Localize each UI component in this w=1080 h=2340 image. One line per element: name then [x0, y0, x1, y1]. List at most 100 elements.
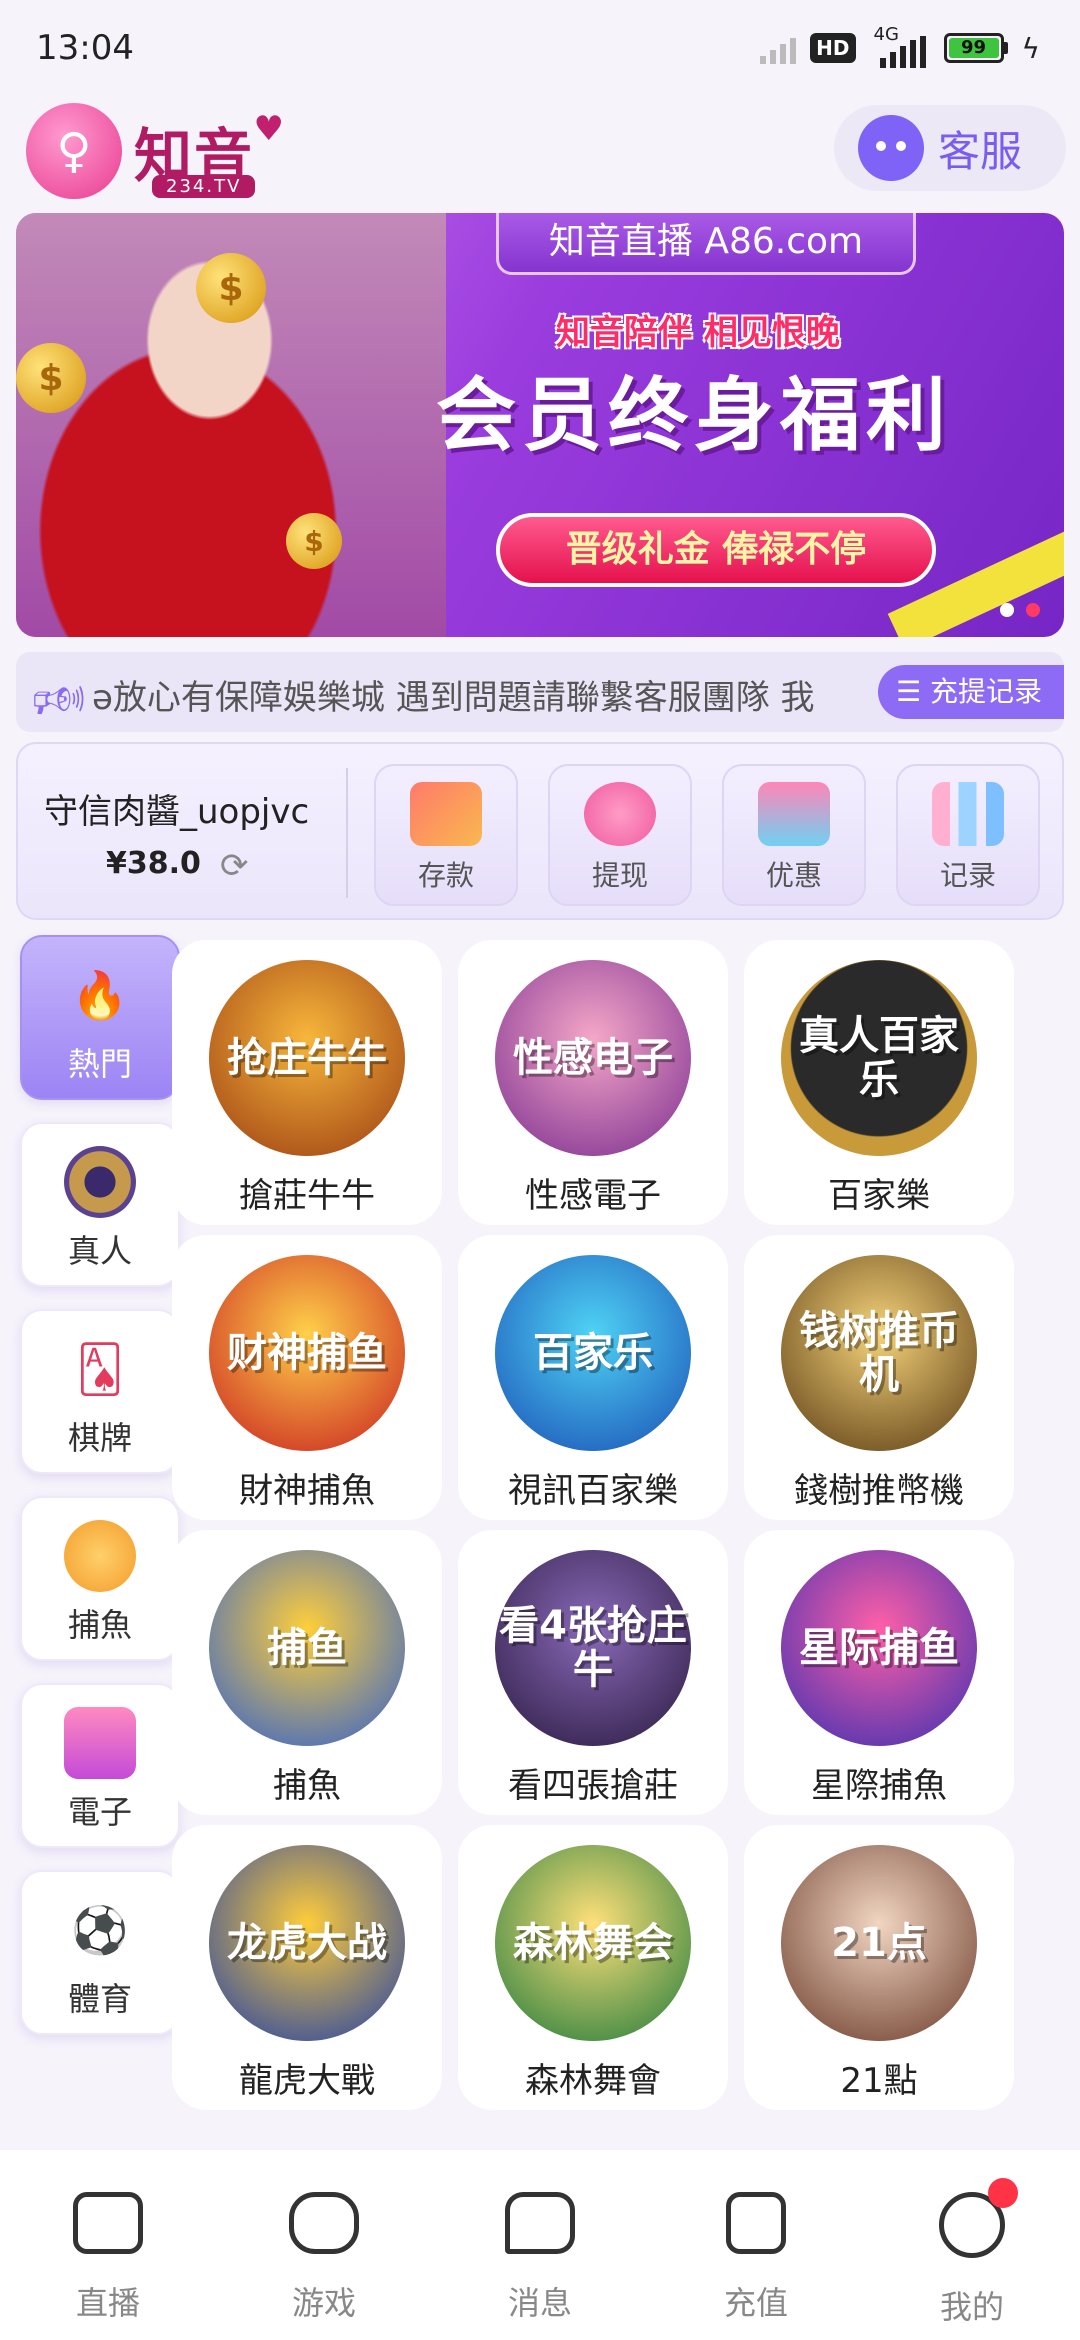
- fish-icon: [64, 1520, 136, 1592]
- category-label: 真人: [67, 1232, 132, 1270]
- nav-live[interactable]: 直播: [0, 2150, 216, 2340]
- gold-coin-icon: $: [196, 253, 266, 323]
- records-button[interactable]: 记录: [896, 764, 1040, 906]
- gold-coin-icon: $: [286, 513, 342, 569]
- deposit-withdraw-record-button[interactable]: ☰ 充提记录: [877, 665, 1064, 719]
- slot-machine-icon: [64, 1707, 136, 1779]
- wifi-signal-icon: [760, 32, 797, 64]
- banner-cta: 晋级礼金 俸禄不停: [496, 513, 936, 587]
- status-time: 13:04: [36, 28, 134, 68]
- status-bar: 13:04 HD 4G 99 ϟ: [0, 0, 1080, 95]
- game-art: 21点: [781, 1845, 977, 2041]
- game-tile[interactable]: 财神捕鱼 財神捕魚: [172, 1235, 442, 1520]
- category-label: 棋牌: [67, 1419, 132, 1457]
- category-label: 捕魚: [67, 1606, 132, 1644]
- cell-signal-icon: 4G: [870, 24, 930, 68]
- speaker-icon: 🕬: [32, 675, 86, 724]
- chat-heart-icon: [505, 2192, 575, 2254]
- deposit-button[interactable]: 存款: [374, 764, 518, 906]
- game-art: 钱树推币机: [781, 1255, 977, 1451]
- category-fishing[interactable]: 捕魚: [20, 1496, 180, 1661]
- game-art: 性感电子: [495, 960, 691, 1156]
- carousel-dot[interactable]: [1000, 603, 1014, 617]
- game-art: 财神捕鱼: [209, 1255, 405, 1451]
- record-button-label: 充提记录: [929, 675, 1042, 708]
- promo-banner[interactable]: $ $ $ 知音直播 A86.com 知音陪伴 相见恨晚 会员终身福利 晋级礼金…: [16, 213, 1064, 637]
- carousel-dot-active[interactable]: [1026, 603, 1040, 617]
- game-name: 搶莊牛牛: [239, 1176, 375, 1216]
- money-bag-icon: [584, 782, 656, 846]
- game-name: 視訊百家樂: [508, 1471, 678, 1511]
- records-label: 记录: [939, 859, 996, 892]
- category-label: 熱門: [67, 1045, 132, 1083]
- marquee-text: ǝ放心有保障娛樂城 遇到問題請聯繫客服團隊 我: [92, 678, 815, 718]
- customer-service-label: 客服: [938, 126, 1023, 176]
- game-name: 百家樂: [828, 1176, 930, 1216]
- banner-site: 知音直播 A86.com: [496, 213, 916, 275]
- game-art: 森林舞会: [495, 1845, 691, 2041]
- nav-label: 我的: [939, 2288, 1004, 2326]
- game-tile[interactable]: 星际捕鱼 星際捕魚: [744, 1530, 1014, 1815]
- refresh-icon[interactable]: ⟳: [220, 846, 249, 886]
- game-name: 森林舞會: [525, 2061, 661, 2101]
- nav-label: 充值: [723, 2284, 788, 2322]
- status-icons: HD 4G 99 ϟ: [760, 24, 1040, 70]
- nav-profile[interactable]: 我的: [864, 2150, 1080, 2340]
- game-name: 21點: [840, 2061, 918, 2101]
- balance: ¥38.0: [106, 846, 201, 881]
- game-tile[interactable]: 森林舞会 森林舞會: [458, 1825, 728, 2110]
- game-tile[interactable]: 21点 21點: [744, 1825, 1014, 2110]
- game-name: 捕魚: [273, 1766, 341, 1806]
- app-logo: ♀ 知音 234.TV ♥: [26, 103, 284, 199]
- announcement-marquee[interactable]: 🕬 ǝ放心有保障娛樂城 遇到問題請聯繫客服團隊 我 ☰ 充提记录: [16, 652, 1064, 732]
- fire-icon: 🔥: [71, 967, 129, 1022]
- game-tile[interactable]: 真人百家乐 百家樂: [744, 940, 1014, 1225]
- game-tile[interactable]: 百家乐 視訊百家樂: [458, 1235, 728, 1520]
- game-tile[interactable]: 龙虎大战 龍虎大戰: [172, 1825, 442, 2110]
- game-tile[interactable]: 抢庄牛牛 搶莊牛牛: [172, 940, 442, 1225]
- banner-headline: 会员终身福利: [436, 369, 952, 462]
- nav-games[interactable]: 游戏: [216, 2150, 432, 2340]
- carousel-indicator[interactable]: [1000, 603, 1040, 617]
- battery-icon: 99: [943, 33, 1008, 63]
- game-name: 錢樹推幣機: [794, 1471, 964, 1511]
- game-tile[interactable]: 性感电子 性感電子: [458, 940, 728, 1225]
- game-name: 看四張搶莊: [508, 1766, 678, 1806]
- wallet-icon: [726, 2192, 786, 2254]
- promotions-button[interactable]: 优惠: [722, 764, 866, 906]
- game-art: 捕鱼: [209, 1550, 405, 1746]
- logo-badge-icon: ♀: [26, 103, 122, 199]
- nav-label: 消息: [507, 2284, 572, 2322]
- category-slots[interactable]: 電子: [20, 1683, 180, 1848]
- heart-icon: ♥: [253, 109, 285, 149]
- bottom-navigation: 直播 游戏 消息 充值 我的: [0, 2150, 1080, 2340]
- customer-service-button[interactable]: 客服: [834, 105, 1066, 191]
- game-tile[interactable]: 捕鱼 捕魚: [172, 1530, 442, 1815]
- game-tile[interactable]: 钱树推币机 錢樹推幣機: [744, 1235, 1014, 1520]
- category-cards[interactable]: 🂡 棋牌: [20, 1309, 180, 1474]
- deposit-card-icon: [410, 782, 482, 846]
- gift-icon: [758, 782, 830, 846]
- game-name: 星際捕魚: [811, 1766, 947, 1806]
- game-art: 抢庄牛牛: [209, 960, 405, 1156]
- nav-label: 直播: [75, 2284, 140, 2322]
- soccer-ball-icon: ⚽: [71, 1902, 129, 1957]
- nav-messages[interactable]: 消息: [432, 2150, 648, 2340]
- category-hot[interactable]: 🔥 熱門: [20, 935, 180, 1100]
- app-header: ♀ 知音 234.TV ♥ 客服: [0, 95, 1080, 210]
- category-sports[interactable]: ⚽ 體育: [20, 1870, 180, 2035]
- gold-coin-icon: $: [16, 343, 86, 413]
- username: 守信肉醬_uopjvc: [44, 792, 310, 832]
- headset-face-icon: [858, 115, 924, 181]
- hd-badge: HD: [810, 33, 856, 63]
- game-tile[interactable]: 看4张抢庄牛 看四張搶莊: [458, 1530, 728, 1815]
- category-live[interactable]: 真人: [20, 1122, 180, 1287]
- category-label: 電子: [67, 1793, 132, 1831]
- nav-recharge[interactable]: 充值: [648, 2150, 864, 2340]
- notification-dot: [988, 2178, 1018, 2208]
- bar-chart-icon: [932, 782, 1004, 846]
- withdraw-button[interactable]: 提现: [548, 764, 692, 906]
- game-name: 性感電子: [525, 1176, 661, 1216]
- game-art: 百家乐: [495, 1255, 691, 1451]
- withdraw-label: 提现: [591, 859, 648, 892]
